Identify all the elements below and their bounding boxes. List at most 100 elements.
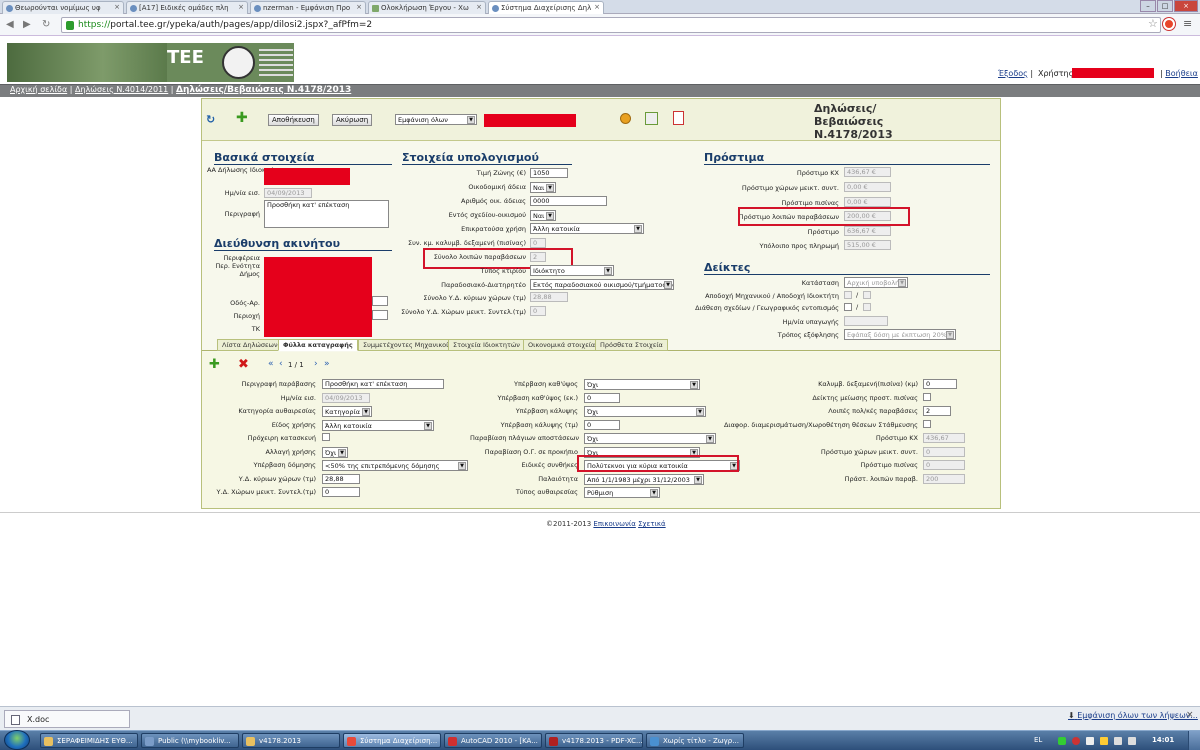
reload-icon[interactable]: ↻ <box>42 19 50 30</box>
close-tab-icon[interactable]: × <box>114 3 120 11</box>
browser-tab-5-active[interactable]: Σύστημα Διαχείρισης Δηλ × <box>488 1 604 14</box>
area-field[interactable] <box>372 310 388 320</box>
add-icon[interactable]: ✚ <box>236 110 248 126</box>
description-textarea[interactable]: Προσθήκη κατ' επέκταση <box>264 200 389 228</box>
street-field[interactable] <box>372 296 388 306</box>
coef-field[interactable]: 0 <box>530 238 546 248</box>
tab-additional[interactable]: Πρόσθετα Στοιχεία <box>595 339 668 351</box>
logout-link[interactable]: Έξοδος | <box>998 69 1033 78</box>
language-indicator[interactable]: EL <box>1034 736 1042 744</box>
maximize-icon[interactable]: □ <box>1157 0 1173 12</box>
browser-tab-1[interactable]: Θεωρούνται νομίμως υφ × <box>2 1 124 14</box>
close-tab-icon[interactable]: × <box>594 3 600 11</box>
tab-record-sheets[interactable]: Φύλλα καταγραφής <box>278 339 358 351</box>
browser-tab-3[interactable]: nzerman - Εμφάνιση Προ × <box>250 1 366 14</box>
status-select[interactable]: Αρχική υποβολή ▼ <box>844 277 908 288</box>
close-tab-icon[interactable]: × <box>238 3 244 11</box>
owner-accept-checkbox[interactable] <box>863 291 871 299</box>
delete-record-icon[interactable]: ✖ <box>238 357 249 372</box>
calculate-icon[interactable] <box>645 112 658 125</box>
detail-input[interactable]: 0 <box>923 446 965 457</box>
detail-input[interactable]: 0 <box>923 460 965 470</box>
plans-checkbox[interactable] <box>844 303 852 311</box>
detail-checkbox[interactable] <box>923 419 931 428</box>
pdf-icon[interactable] <box>673 111 684 125</box>
back-icon[interactable]: ◀ <box>6 19 14 30</box>
permit-no-field[interactable]: 0000 <box>530 196 607 206</box>
detail-checkbox[interactable] <box>923 392 931 401</box>
permit-select[interactable]: Ναι ▼ <box>530 182 556 193</box>
minimize-icon[interactable]: – <box>1140 0 1156 12</box>
taskbar-item[interactable]: Σύστημα Διαχείριση... <box>343 733 441 748</box>
detail-input[interactable]: 04/09/2013 <box>322 392 370 403</box>
detail-input[interactable]: 0 <box>322 487 360 497</box>
detail-input[interactable]: 0 <box>584 419 620 430</box>
building-type-select[interactable]: Ιδιόκτητο ▼ <box>530 265 614 276</box>
download-item[interactable]: X.doc <box>4 710 130 728</box>
detail-select[interactable]: Όχι ▼ <box>584 379 700 390</box>
detail-select[interactable]: Ρύθμιση ▼ <box>584 487 660 498</box>
detail-select[interactable]: <50% της επιτρεπόμενης δόμησης ▼ <box>322 460 468 471</box>
close-tab-icon[interactable]: × <box>476 3 482 11</box>
taskbar-item[interactable]: ΣΕΡΑΦΕΙΜΙΔΗΣ ΕΥΘ... <box>40 733 138 748</box>
detail-select[interactable]: Όχι ▼ <box>584 406 706 417</box>
main-use-select[interactable]: Άλλη κατοικία ▼ <box>530 223 644 234</box>
detail-input[interactable]: Προσθήκη κατ' επέκταση <box>322 379 444 389</box>
volume-icon[interactable] <box>1128 737 1136 745</box>
euro-coin-icon[interactable] <box>620 113 631 124</box>
contact-link[interactable]: Επικοινωνία <box>593 520 635 528</box>
detail-input[interactable]: 28,88 <box>322 473 360 484</box>
help-link[interactable]: | Βοήθεια <box>1160 69 1198 78</box>
address-bar[interactable]: https://portal.tee.gr/ypeka/auth/pages/a… <box>61 17 1161 33</box>
taskbar-item[interactable]: v4178.2013 - PDF-XC... <box>545 733 643 748</box>
entry-date-field[interactable]: 04/09/2013 <box>264 188 312 198</box>
geo-checkbox[interactable] <box>863 303 871 311</box>
refresh-icon[interactable]: ↻ <box>206 113 215 126</box>
detail-input[interactable]: 0 <box>923 379 957 389</box>
first-page-icon[interactable]: « <box>268 359 274 369</box>
cancel-button[interactable]: Ακύρωση <box>332 114 373 126</box>
tab-engineers[interactable]: Συμμετέχοντες Μηχανικοί <box>358 339 454 351</box>
detail-checkbox[interactable] <box>322 433 330 441</box>
detail-select[interactable]: Κατηγορία 5 ▼ <box>322 406 372 417</box>
show-all-downloads-link[interactable]: ⬇ Εμφάνιση όλων των λήψεων... <box>1068 711 1198 720</box>
zone-price-field[interactable]: 1050 <box>530 168 568 178</box>
tray-app-icon[interactable] <box>1058 737 1066 745</box>
close-window-icon[interactable]: × <box>1174 0 1198 12</box>
detail-select[interactable]: Όχι ▼ <box>322 446 348 458</box>
menu-icon[interactable]: ≡ <box>1183 17 1192 30</box>
forward-icon[interactable]: ▶ <box>23 19 31 30</box>
taskbar-item[interactable]: v4178.2013 <box>242 733 340 748</box>
clock[interactable]: 14:01 <box>1152 736 1174 744</box>
submit-date-field[interactable] <box>844 316 888 326</box>
bookmark-star-icon[interactable]: ☆ <box>1148 17 1158 30</box>
engineer-accept-checkbox[interactable] <box>844 291 852 299</box>
show-desktop-button[interactable] <box>1188 731 1200 750</box>
taskbar-item[interactable]: AutoCAD 2010 - [KA... <box>444 733 542 748</box>
inside-plan-select[interactable]: Ναι ▼ <box>530 210 556 221</box>
breadcrumb-current[interactable]: Δηλώσεις/Βεβαιώσεις Ν.4178/2013 <box>176 85 351 95</box>
breadcrumb-home[interactable]: Αρχική σελίδα <box>10 85 67 94</box>
close-tab-icon[interactable]: × <box>356 3 362 11</box>
about-link[interactable]: Σχετικά <box>638 520 666 528</box>
start-button[interactable] <box>4 730 30 750</box>
tray-app-icon[interactable] <box>1072 737 1080 745</box>
network-icon[interactable] <box>1114 737 1122 745</box>
tab-financial[interactable]: Οικονομικά στοιχεία <box>523 339 601 351</box>
detail-select[interactable]: Άλλη κατοικία ▼ <box>322 419 434 431</box>
add-record-icon[interactable]: ✚ <box>209 357 220 372</box>
detail-input[interactable]: 2 <box>923 406 951 416</box>
tab-owners[interactable]: Στοιχεία Ιδιοκτητών <box>448 339 525 351</box>
close-download-bar-icon[interactable]: × <box>1186 710 1194 720</box>
last-page-icon[interactable]: » <box>324 359 330 369</box>
browser-tab-4[interactable]: Ολοκλήρωση Έργου - Χω × <box>368 1 486 14</box>
view-select[interactable]: Εμφάνιση όλων ▼ <box>395 114 477 125</box>
extension-icon[interactable] <box>1163 18 1175 30</box>
browser-tab-2[interactable]: [A17] Ειδικές ομάδες πλη × <box>126 1 248 14</box>
taskbar-item[interactable]: Public (\\mybookliv... <box>141 733 239 748</box>
next-page-icon[interactable]: › <box>314 359 318 369</box>
save-button[interactable]: Αποθήκευση <box>268 114 319 126</box>
detail-input[interactable]: 0 <box>584 392 620 403</box>
prev-page-icon[interactable]: ‹ <box>279 359 283 369</box>
detail-input[interactable]: 200 <box>923 473 965 484</box>
